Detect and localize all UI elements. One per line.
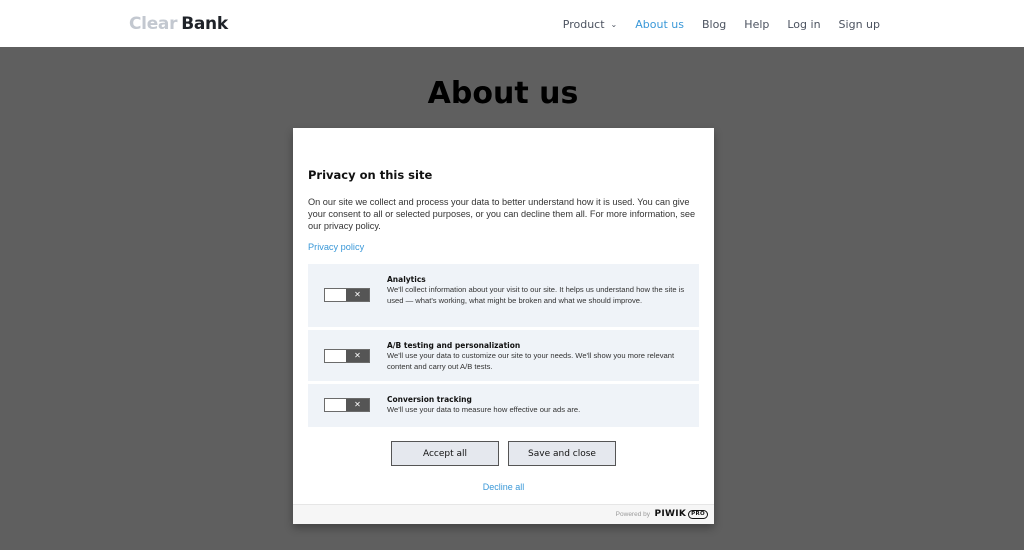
consent-option-ab-testing: ✕ A/B testing and personalization We'll … bbox=[308, 330, 699, 381]
dialog-title: Privacy on this site bbox=[308, 168, 433, 182]
conversion-tracking-toggle[interactable]: ✕ bbox=[324, 398, 370, 412]
option-description: We'll use your data to measure how effec… bbox=[387, 405, 581, 414]
option-title: Analytics bbox=[387, 275, 426, 284]
page-title: About us bbox=[427, 76, 579, 111]
piwik-pro-logo[interactable]: PIWIK PRO bbox=[654, 509, 708, 519]
logo-text-dark: Bank bbox=[181, 14, 228, 34]
save-and-close-button[interactable]: Save and close bbox=[508, 441, 616, 466]
consent-option-analytics: ✕ Analytics We'll collect information ab… bbox=[308, 264, 699, 327]
logo-text-light: Clear bbox=[129, 14, 178, 34]
nav-item-log-in[interactable]: Log in bbox=[787, 18, 820, 31]
analytics-toggle[interactable]: ✕ bbox=[324, 288, 370, 302]
nav-item-product[interactable]: Product ⌄ bbox=[563, 18, 617, 31]
powered-by-text: Powered by bbox=[615, 511, 650, 518]
nav-item-sign-up[interactable]: Sign up bbox=[839, 18, 880, 31]
privacy-policy-link[interactable]: Privacy policy bbox=[308, 242, 364, 252]
ab-testing-toggle[interactable]: ✕ bbox=[324, 349, 370, 363]
nav-item-help[interactable]: Help bbox=[744, 18, 769, 31]
dialog-description: On our site we collect and process your … bbox=[308, 197, 696, 231]
option-description: We'll use your data to customize our sit… bbox=[387, 351, 675, 371]
piwik-brand-text: PIWIK bbox=[654, 509, 687, 519]
decline-all-link[interactable]: Decline all bbox=[293, 482, 714, 492]
nav-item-blog[interactable]: Blog bbox=[702, 18, 726, 31]
nav-item-about-us[interactable]: About us bbox=[635, 18, 684, 31]
option-description: We'll collect information about your vis… bbox=[387, 285, 685, 305]
chevron-down-icon: ⌄ bbox=[610, 20, 618, 29]
pro-badge: PRO bbox=[688, 509, 708, 519]
option-title: A/B testing and personalization bbox=[387, 341, 521, 350]
nav-item-label: Product bbox=[562, 18, 605, 31]
close-icon: ✕ bbox=[346, 399, 369, 411]
dialog-footer: Powered by PIWIK PRO bbox=[293, 504, 714, 524]
option-text: Conversion tracking We'll use your data … bbox=[387, 395, 692, 416]
close-icon: ✕ bbox=[346, 350, 369, 362]
main-nav: Product ⌄ About us Blog Help Log in Sign… bbox=[545, 18, 880, 31]
close-icon: ✕ bbox=[346, 289, 369, 301]
privacy-consent-dialog: Privacy on this site On our site we coll… bbox=[293, 128, 714, 524]
top-navigation-bar: Clear Bank Product ⌄ About us Blog Help L… bbox=[0, 0, 1024, 47]
option-title: Conversion tracking bbox=[387, 395, 472, 404]
consent-option-conversion-tracking: ✕ Conversion tracking We'll use your dat… bbox=[308, 384, 699, 427]
option-text: A/B testing and personalization We'll us… bbox=[387, 341, 692, 372]
site-logo[interactable]: Clear Bank bbox=[129, 14, 228, 34]
option-text: Analytics We'll collect information abou… bbox=[387, 275, 692, 306]
consent-options-list: ✕ Analytics We'll collect information ab… bbox=[308, 264, 699, 430]
accept-all-button[interactable]: Accept all bbox=[391, 441, 499, 466]
